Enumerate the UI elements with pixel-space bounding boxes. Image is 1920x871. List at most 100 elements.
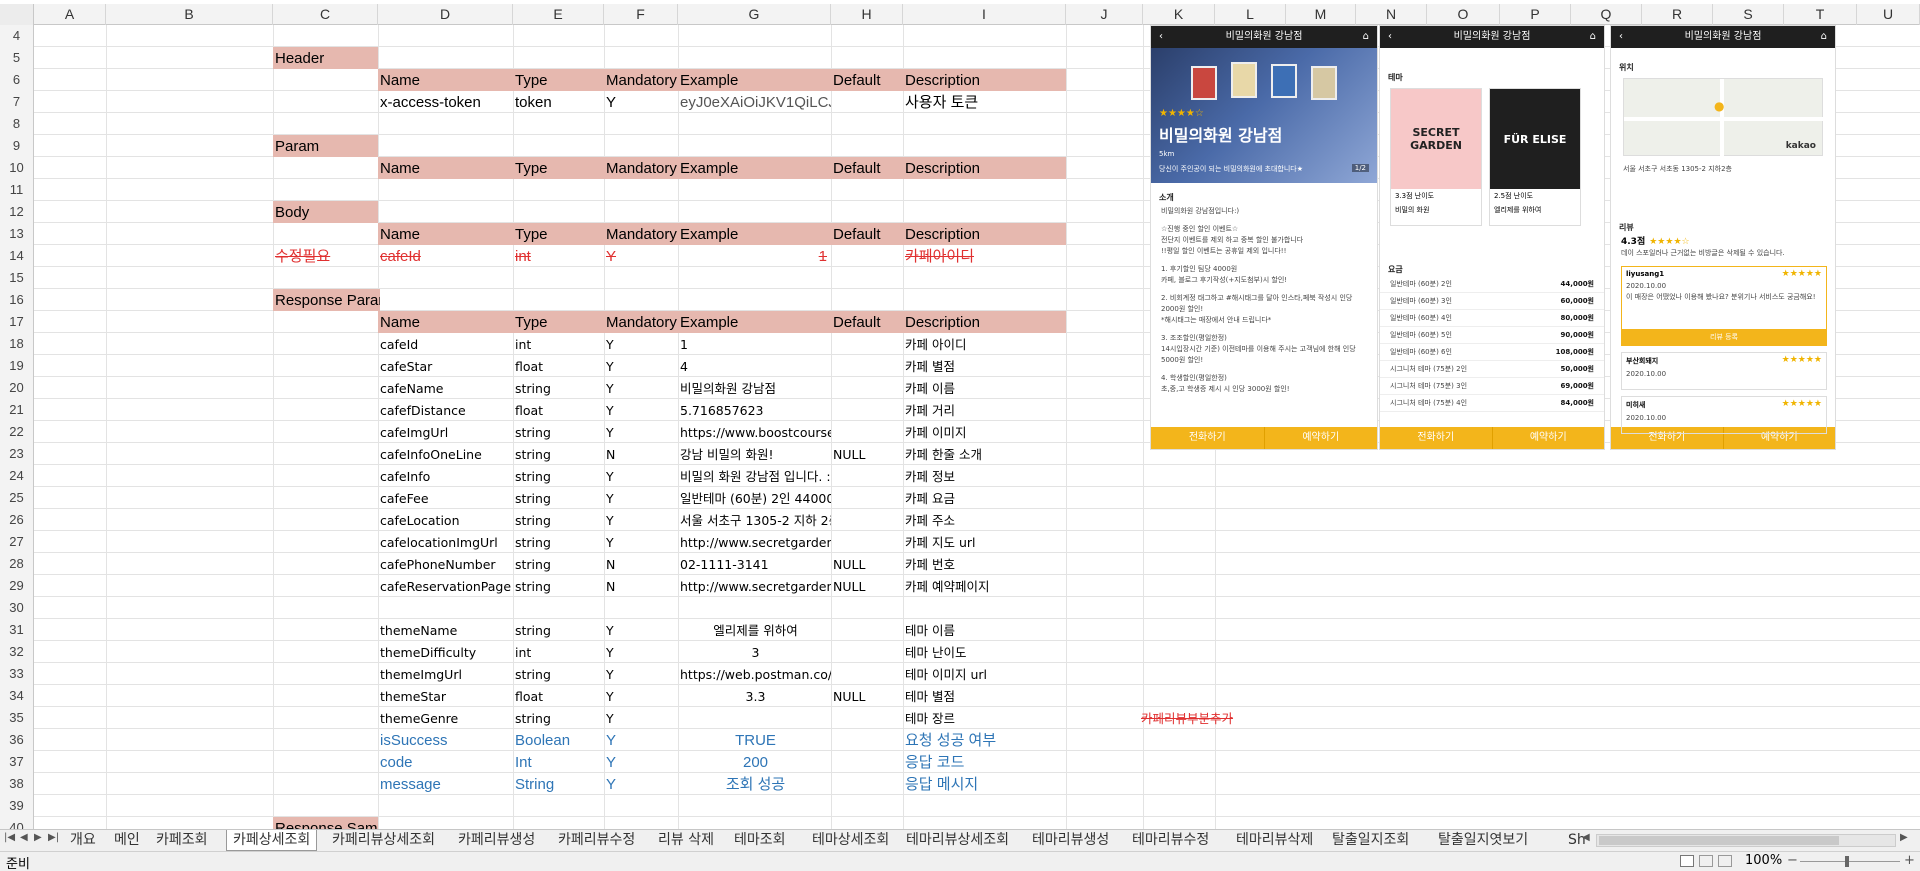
sheet-tab[interactable]: 카페리뷰생성 [452, 830, 541, 850]
response-type-cell[interactable]: string [515, 707, 604, 729]
response-example-cell[interactable]: 비밀의화원 강남점 [680, 377, 831, 399]
response-desc-cell[interactable]: 테마 난이도 [905, 641, 1066, 663]
response-type-cell[interactable]: string [515, 509, 604, 531]
table-header-cell[interactable]: Mandatory [604, 157, 678, 179]
response-name-cell[interactable]: themeImgUrl [380, 663, 513, 685]
response-mandatory-cell[interactable]: Y [606, 531, 678, 553]
table-header-cell[interactable]: Name [378, 311, 513, 333]
response-mandatory-cell[interactable]: N [606, 443, 678, 465]
response-type-cell[interactable]: string [515, 465, 604, 487]
status-desc-cell[interactable]: 응답 코드 [905, 751, 1066, 773]
header-mandatory-cell[interactable]: Y [606, 91, 678, 113]
response-default-cell[interactable]: NULL [833, 553, 903, 575]
page-break-icon[interactable] [1718, 855, 1732, 867]
row-header[interactable]: 11 [0, 179, 34, 201]
sheet-tab[interactable]: 테마리뷰상세조회 [900, 830, 1015, 850]
response-desc-cell[interactable]: 테마 이미지 url [905, 663, 1066, 685]
row-header[interactable]: 22 [0, 421, 34, 443]
status-mandatory-cell[interactable]: Y [606, 751, 678, 773]
response-default-cell[interactable] [833, 333, 903, 355]
row-header[interactable]: 26 [0, 509, 34, 531]
status-type-cell[interactable]: String [515, 773, 604, 795]
response-mandatory-cell[interactable]: Y [606, 487, 678, 509]
home-icon[interactable]: ⌂ [1363, 26, 1369, 48]
row-header[interactable]: 16 [0, 289, 34, 311]
status-name-cell[interactable]: code [380, 751, 513, 773]
table-header-cell[interactable]: Example [678, 223, 831, 245]
row-header[interactable]: 21 [0, 399, 34, 421]
row-header[interactable]: 17 [0, 311, 34, 333]
response-type-cell[interactable]: float [515, 399, 604, 421]
section-label-response-params[interactable]: Response Parameters [273, 289, 380, 311]
row-header[interactable]: 31 [0, 619, 34, 641]
response-desc-cell[interactable]: 테마 장르 [905, 707, 1066, 729]
response-desc-cell[interactable]: 카페 지도 url [905, 531, 1066, 553]
table-header-cell[interactable]: Name [378, 223, 513, 245]
sheet-tab[interactable]: 카페리뷰상세조회 [326, 830, 441, 850]
response-default-cell[interactable] [833, 377, 903, 399]
row-header[interactable]: 32 [0, 641, 34, 663]
review-card[interactable]: liyusang1 ★★★★★ 2020.10.00 이 매장은 어땠었나 이용해 봤… [1621, 266, 1827, 346]
response-type-cell[interactable]: string [515, 421, 604, 443]
response-mandatory-cell[interactable]: Y [606, 399, 678, 421]
back-icon[interactable]: ‹ [1159, 26, 1163, 48]
row-header[interactable]: 18 [0, 333, 34, 355]
column-header-s[interactable]: S [1713, 4, 1784, 25]
response-mandatory-cell[interactable]: N [606, 575, 678, 597]
row-header[interactable]: 8 [0, 113, 34, 135]
zoom-in-icon[interactable]: + [1904, 853, 1915, 868]
review-card[interactable]: 미히새 ★★★★★ 2020.10.00 [1621, 396, 1827, 434]
column-header-b[interactable]: B [106, 4, 273, 25]
response-name-cell[interactable]: cafeReservationPage [380, 575, 513, 597]
column-header-m[interactable]: M [1286, 4, 1356, 25]
response-default-cell[interactable] [833, 355, 903, 377]
sheet-tab[interactable]: 탈출일지엿보기 [1432, 830, 1534, 850]
tab-prev-icon[interactable]: ◀ [20, 832, 28, 843]
horizontal-scroll-thumb[interactable] [1599, 836, 1839, 845]
table-header-cell[interactable]: Name [378, 157, 513, 179]
response-type-cell[interactable]: float [515, 685, 604, 707]
row-header[interactable]: 5 [0, 47, 34, 69]
response-example-cell[interactable]: 02-1111-3141 [680, 553, 831, 575]
status-desc-cell[interactable]: 요청 성공 여부 [905, 729, 1066, 751]
response-example-cell[interactable]: 엘리제를 위하여 [680, 619, 831, 641]
response-type-cell[interactable]: string [515, 619, 604, 641]
response-name-cell[interactable]: themeStar [380, 685, 513, 707]
section-label-body[interactable]: Body [273, 201, 378, 223]
column-header-d[interactable]: D [378, 4, 513, 25]
table-header-cell[interactable]: Description [903, 69, 1066, 91]
row-header[interactable]: 25 [0, 487, 34, 509]
response-name-cell[interactable]: cafeLocation [380, 509, 513, 531]
column-header-n[interactable]: N [1356, 4, 1427, 25]
response-name-cell[interactable]: cafelocationImgUrl [380, 531, 513, 553]
row-header[interactable]: 12 [0, 201, 34, 223]
response-desc-cell[interactable]: 카페 주소 [905, 509, 1066, 531]
sheet-tab[interactable]: 테마리뷰삭제 [1230, 830, 1319, 850]
column-header-h[interactable]: H [831, 4, 903, 25]
response-example-cell[interactable]: 1 [680, 333, 831, 355]
reserve-button[interactable]: 예약하기 [1493, 427, 1605, 449]
row-header[interactable]: 23 [0, 443, 34, 465]
response-desc-cell[interactable]: 카페 이미지 [905, 421, 1066, 443]
row-header[interactable]: 36 [0, 729, 34, 751]
header-name-cell[interactable]: x-access-token [380, 91, 513, 113]
body-note-cell[interactable]: 수정필요 [275, 245, 378, 267]
row-header[interactable]: 19 [0, 355, 34, 377]
header-example-cell[interactable]: eyJ0eXAiOiJKV1QiLCJhbGciOiJIU [680, 91, 831, 113]
column-header-k[interactable]: K [1143, 4, 1215, 25]
table-header-cell[interactable]: Mandatory [604, 223, 678, 245]
response-desc-cell[interactable]: 카페 예약페이지 [905, 575, 1066, 597]
sheet-tab[interactable]: 리뷰 삭제 [652, 830, 720, 850]
back-icon[interactable]: ‹ [1388, 26, 1392, 48]
table-header-cell[interactable]: Type [513, 223, 604, 245]
response-default-cell[interactable]: NULL [833, 685, 903, 707]
response-example-cell[interactable]: http://www.secretgardenescape.com/ [680, 531, 831, 553]
column-header-c[interactable]: C [273, 4, 378, 25]
response-type-cell[interactable]: string [515, 487, 604, 509]
status-example-cell[interactable]: 200 [680, 751, 831, 773]
response-desc-cell[interactable]: 카페 이름 [905, 377, 1066, 399]
table-header-cell[interactable]: Mandatory [604, 311, 678, 333]
status-type-cell[interactable]: Boolean [515, 729, 604, 751]
column-header-q[interactable]: Q [1571, 4, 1642, 25]
table-header-cell[interactable]: Type [513, 69, 604, 91]
